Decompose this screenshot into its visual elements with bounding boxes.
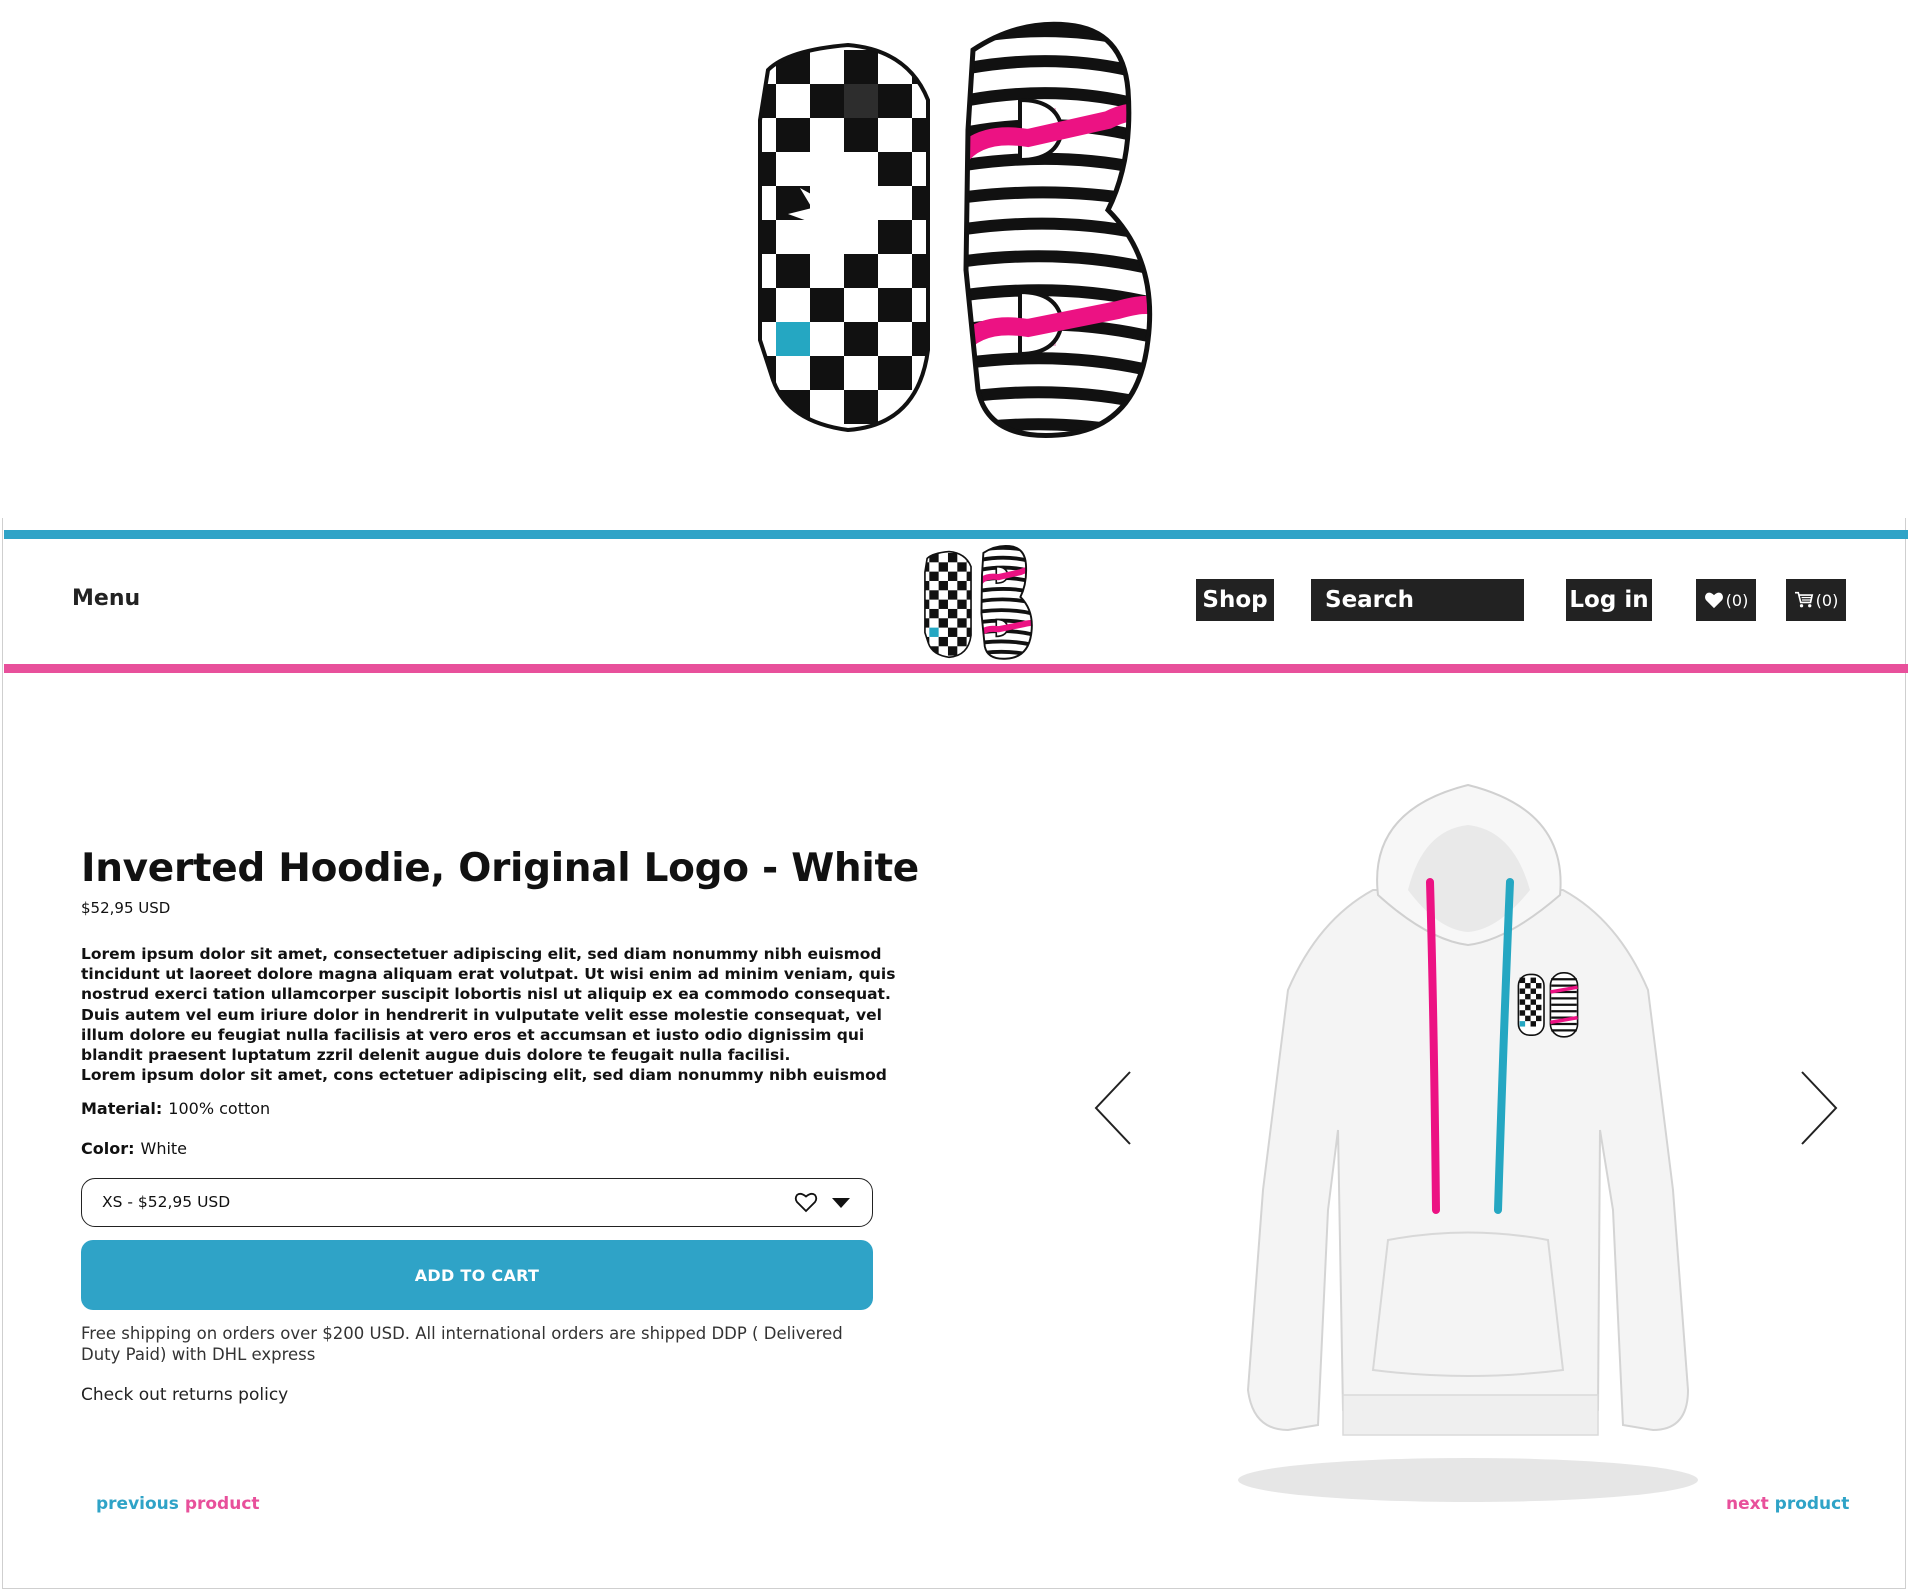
returns-policy-link[interactable]: Check out returns policy xyxy=(81,1385,288,1405)
next-product-label-2: product xyxy=(1768,1494,1850,1514)
variant-selected-value: XS - $52,95 USD xyxy=(102,1193,231,1211)
brand-logo-large xyxy=(758,21,1153,438)
product-title: Inverted Hoodie, Original Logo - White xyxy=(81,846,919,891)
header-top-bar xyxy=(4,530,1908,539)
material-label: Material: xyxy=(81,1099,163,1118)
shop-button-label: Shop xyxy=(1202,587,1268,613)
add-to-cart-button[interactable]: ADD TO CART xyxy=(81,1240,873,1310)
header-bottom-bar xyxy=(4,664,1908,673)
material-spec: Material: 100% cotton xyxy=(81,1099,270,1118)
search-label: Search xyxy=(1325,587,1415,613)
cart-icon xyxy=(1794,591,1813,608)
next-image-arrow[interactable] xyxy=(1796,1068,1840,1148)
login-button[interactable]: Log in xyxy=(1566,579,1652,621)
previous-product-link[interactable]: previous product xyxy=(96,1494,260,1514)
search-input[interactable]: Search xyxy=(1311,579,1524,621)
heart-outline-icon[interactable] xyxy=(794,1191,818,1213)
material-value: 100% cotton xyxy=(168,1099,271,1118)
previous-product-label-2: product xyxy=(178,1494,260,1514)
heart-icon xyxy=(1704,592,1723,609)
wishlist-button[interactable]: (0) xyxy=(1696,579,1756,621)
chevron-down-icon[interactable] xyxy=(832,1198,850,1208)
shop-button[interactable]: Shop xyxy=(1196,579,1274,621)
description-paragraph: Lorem ipsum dolor sit amet, cons ectetue… xyxy=(81,1066,887,1085)
menu-link[interactable]: Menu xyxy=(72,586,140,611)
product-price: $52,95 USD xyxy=(81,899,171,917)
next-product-link[interactable]: next product xyxy=(1726,1494,1849,1514)
product-description: Lorem ipsum dolor sit amet, consectetuer… xyxy=(81,944,901,1085)
description-paragraph: Lorem ipsum dolor sit amet, consectetuer… xyxy=(81,945,896,1065)
color-value: White xyxy=(140,1139,188,1158)
brand-logo[interactable] xyxy=(916,542,1048,660)
cart-button[interactable]: (0) xyxy=(1786,579,1846,621)
product-image xyxy=(1238,783,1698,1502)
cart-count: (0) xyxy=(1815,590,1839,610)
next-product-label-1: next xyxy=(1726,1494,1769,1514)
previous-image-arrow[interactable] xyxy=(1092,1068,1136,1148)
shipping-note: Free shipping on orders over $200 USD. A… xyxy=(81,1324,843,1364)
variant-select[interactable]: XS - $52,95 USD xyxy=(81,1178,873,1227)
login-button-label: Log in xyxy=(1569,587,1649,613)
previous-product-label-1: previous xyxy=(96,1494,179,1514)
wishlist-count: (0) xyxy=(1725,590,1749,610)
color-spec: Color: White xyxy=(81,1139,187,1158)
color-label: Color: xyxy=(81,1139,135,1158)
